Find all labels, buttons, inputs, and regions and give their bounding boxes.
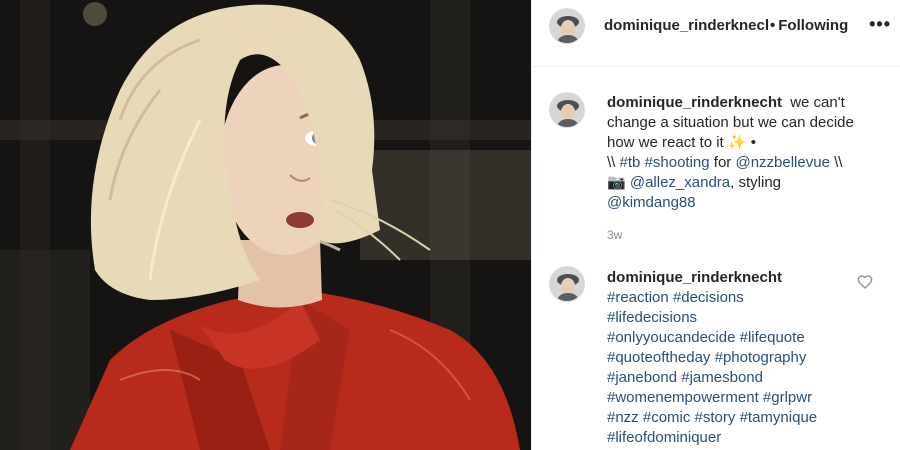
hashtag-link[interactable]: #lifedecisions [607,309,697,326]
hashtag-link[interactable]: #reaction [607,289,669,306]
separator: • [770,17,776,34]
post-photo[interactable] [0,0,531,450]
comment-username[interactable]: dominique_rinderknecht [607,269,782,286]
hashtag-link[interactable]: #tamynique [740,409,818,426]
caption-text-2: • [750,134,757,151]
hashtag-link[interactable]: #onlyyoucandecide [607,329,735,346]
hashtag-link[interactable]: #comic [643,409,691,426]
avatar[interactable] [549,92,585,128]
hashtag-link[interactable]: #janebond [607,369,677,386]
post-image [0,0,531,450]
mention-link[interactable]: @kimdang88 [607,194,696,211]
comment-text: dominique_rinderknecht #reaction #decisi… [607,268,857,448]
hashtag-link[interactable]: #tb [620,154,641,171]
caption-text-5: \\ [834,154,843,171]
more-options-icon[interactable]: ••• [869,14,891,35]
header-user-line: dominique_rinderknecht• Following [604,17,848,34]
caption-text: dominique_rinderknecht we can't change a… [607,93,882,213]
hashtag-link[interactable]: #shooting [645,154,710,171]
header-username[interactable]: dominique_rinderknecht [604,17,768,34]
avatar[interactable] [549,266,585,302]
mention-link[interactable]: @allez_xandra [630,174,730,191]
hashtag-link[interactable]: #nzz [607,409,639,426]
heart-outline-icon[interactable] [857,274,873,290]
caption-text-3: \\ [607,154,616,171]
hashtag-link[interactable]: #photography [715,349,807,366]
caption-text-4: for [713,154,732,171]
following-button[interactable]: Following [778,17,848,34]
camera-emoji: 📷 [607,174,626,191]
hashtag-link[interactable]: #decisions [673,289,744,306]
post-timestamp[interactable]: 3w [607,228,622,242]
mention-link[interactable]: @nzzbellevue [735,154,829,171]
hashtag-link[interactable]: #quoteoftheday [607,349,710,366]
sparkle-emoji: ✨ [727,134,747,151]
hashtag-link[interactable]: #jamesbond [681,369,763,386]
caption-text-6: , styling [730,174,782,191]
hashtag-link[interactable]: #lifequote [740,329,805,346]
post-side-panel: dominique_rinderknecht• Following ••• dom… [531,0,900,450]
hashtag-link[interactable]: #womenempowerment [607,389,759,406]
hashtag-link[interactable]: #grlpwr [763,389,812,406]
post-header: dominique_rinderknecht• Following ••• [532,0,900,67]
caption-username[interactable]: dominique_rinderknecht [607,94,782,111]
hashtag-link[interactable]: #story [695,409,736,426]
avatar[interactable] [549,8,585,44]
hashtag-link[interactable]: #lifeofdominiquer [607,429,721,446]
